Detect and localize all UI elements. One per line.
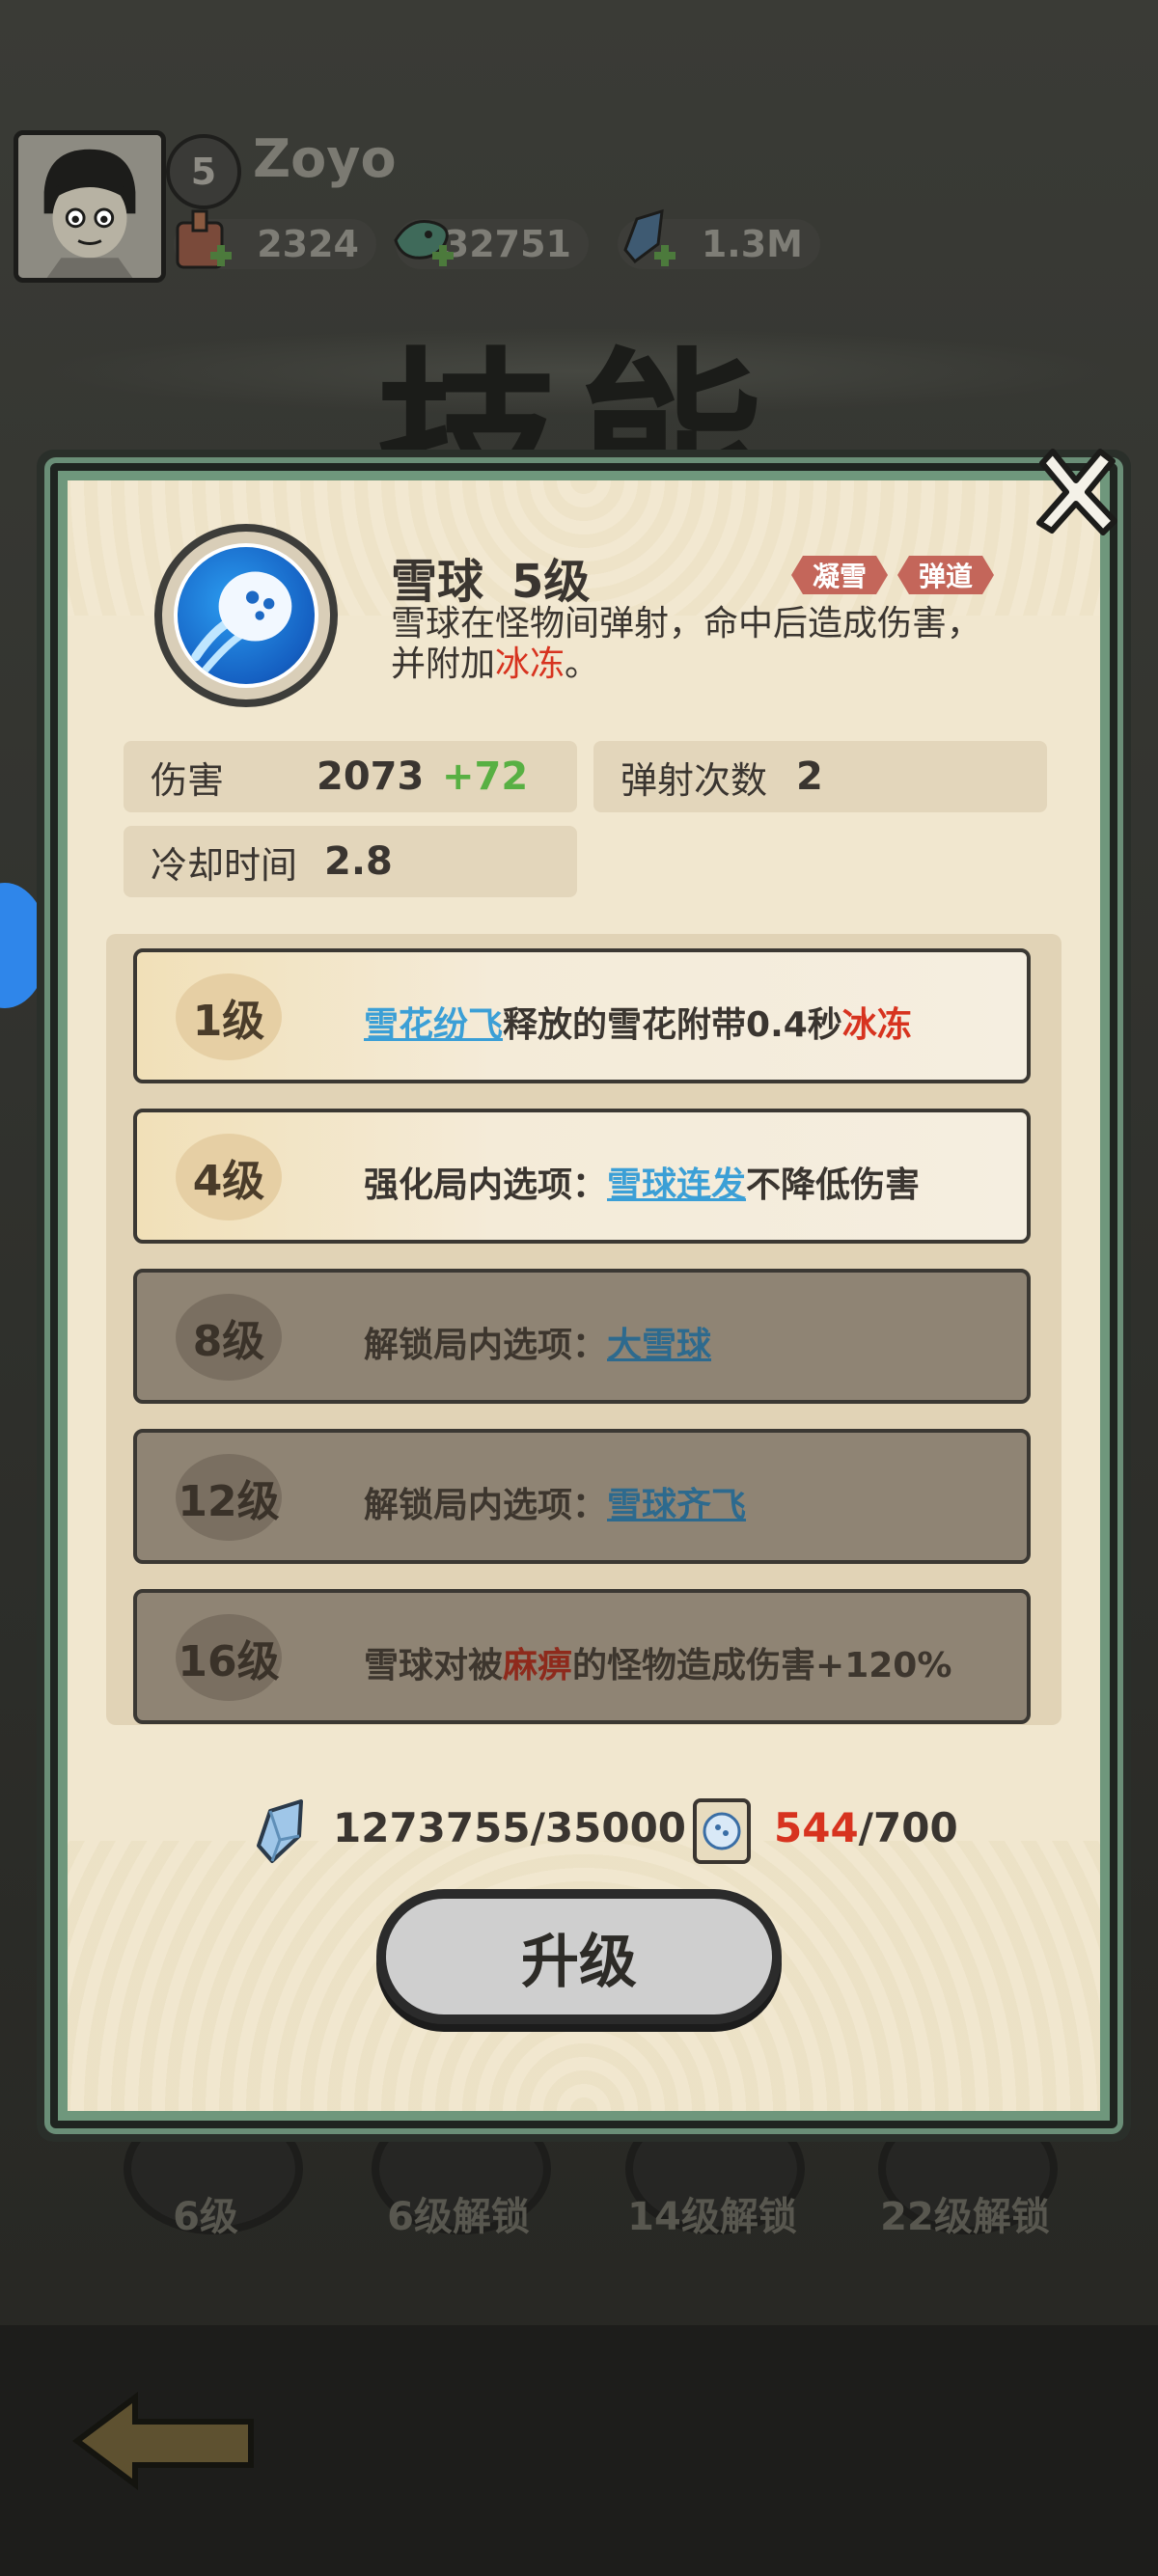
slot-label: 14级解锁 [627, 2195, 797, 2239]
stat-label: 伤害 [151, 758, 225, 802]
upgrade-desc: 释放的雪花附带0.4秒 [503, 1005, 842, 1045]
back-arrow-icon[interactable] [68, 2388, 261, 2494]
stat-cooldown: 冷却时间 2.8 [124, 826, 577, 897]
stat-label: 弹射次数 [620, 758, 768, 802]
scroll-total: /700 [858, 1804, 958, 1851]
upgrade-desc: 雪球对被 [364, 1646, 504, 1685]
upgrade-text: 雪花纷飞释放的雪花附带0.4秒冰冻 [364, 997, 912, 1047]
resource-crystal[interactable]: 1.3M [618, 208, 820, 269]
crystal-cost: 1273755/35000 [333, 1804, 687, 1851]
stat-label: 冷却时间 [151, 843, 298, 887]
upgrade-cost: 1273755/35000 544/700 [58, 1793, 1110, 1870]
player-level-badge: 5 [166, 134, 241, 209]
desc-text: 雪球在怪物间弹射，命中后造成伤害，并附加 [391, 604, 982, 684]
desc-highlight: 冰冻 [495, 644, 565, 684]
upgrade-text: 解锁局内选项：雪球齐飞 [364, 1477, 746, 1527]
skill-scroll-icon [693, 1798, 751, 1864]
stat-damage: 伤害 2073 +72 [124, 741, 577, 812]
skill-link[interactable]: 大雪球 [607, 1326, 711, 1365]
desc-text: 。 [565, 644, 600, 684]
scroll-cost: 544/700 [774, 1804, 958, 1851]
stat-value: 2 [796, 754, 823, 799]
resource-dragon[interactable]: 32751 [394, 219, 589, 269]
crystal-icon [257, 1799, 303, 1863]
crystal-count: 1.3M [701, 223, 803, 265]
slot-label: 22级解锁 [880, 2195, 1050, 2239]
skill-link[interactable]: 雪球齐飞 [607, 1486, 746, 1525]
crystal-icon [623, 208, 676, 266]
skill-slot-row: 6级 6级解锁 14级解锁 22级解锁 [0, 2103, 1158, 2277]
upgrade-level-badge: 16级 [176, 1614, 282, 1701]
upgrade-row: 4级 强化局内选项：雪球连发不降低伤害 [133, 1109, 1031, 1244]
upgrade-level-badge: 4级 [176, 1134, 282, 1220]
upgrade-text: 雪球对被麻痹的怪物造成伤害+120% [364, 1637, 951, 1687]
stat-value: 2073 [317, 754, 425, 799]
upgrade-desc: 不降低伤害 [746, 1165, 921, 1205]
skill-tag: 凝雪 [791, 556, 888, 594]
upgrade-level-badge: 1级 [176, 973, 282, 1060]
upgrade-desc: 解锁局内选项： [364, 1326, 608, 1365]
skill-level: 5级 [511, 555, 591, 609]
upgrade-desc: 的怪物造成伤害+120% [572, 1646, 952, 1685]
skill-name: 雪球 [391, 555, 484, 609]
top-bar: 5 Zoyo 2324 32751 1.3M [10, 128, 878, 283]
gift-bag-icon [176, 209, 232, 269]
upgrade-list[interactable]: 1级 雪花纷飞释放的雪花附带0.4秒冰冻 4级 强化局内选项：雪球连发不降低伤害… [106, 934, 1062, 1725]
skill-detail-modal: 雪球 5级 凝雪 弹道 雪球在怪物间弹射，命中后造成伤害，并附加冰冻。 伤害 2… [44, 457, 1123, 2134]
upgrade-text: 解锁局内选项：大雪球 [364, 1317, 711, 1367]
resource-gift[interactable]: 2324 [174, 209, 376, 269]
gift-count: 2324 [257, 223, 359, 265]
upgrade-highlight: 冰冻 [841, 1005, 912, 1045]
dragon-token-icon [394, 220, 454, 266]
upgrade-row: 1级 雪花纷飞释放的雪花附带0.4秒冰冻 [133, 948, 1031, 1083]
skill-icon-frame [154, 524, 338, 707]
upgrade-desc: 解锁局内选项： [364, 1486, 608, 1525]
upgrade-highlight: 麻痹 [503, 1646, 573, 1685]
stat-bonus: +72 [442, 754, 529, 799]
slot-label: 6级 [173, 2195, 238, 2239]
stat-value: 2.8 [324, 839, 393, 884]
avatar[interactable] [14, 130, 166, 283]
stat-bounce: 弹射次数 2 [593, 741, 1047, 812]
upgrade-row: 16级 雪球对被麻痹的怪物造成伤害+120% [133, 1589, 1031, 1724]
upgrade-row: 12级 解锁局内选项：雪球齐飞 [133, 1429, 1031, 1564]
skill-description: 雪球在怪物间弹射，命中后造成伤害，并附加冰冻。 [391, 604, 1008, 685]
slot-label: 6级解锁 [387, 2195, 530, 2239]
upgrade-text: 强化局内选项：雪球连发不降低伤害 [364, 1157, 920, 1207]
upgrade-level-badge: 12级 [176, 1454, 282, 1541]
close-icon[interactable] [1028, 444, 1124, 540]
skill-link[interactable]: 雪球连发 [607, 1165, 746, 1205]
bottom-nav [0, 2325, 1158, 2576]
upgrade-row: 8级 解锁局内选项：大雪球 [133, 1269, 1031, 1404]
username: Zoyo [253, 128, 397, 189]
upgrade-level-badge: 8级 [176, 1294, 282, 1381]
skill-tag: 弹道 [897, 556, 994, 594]
upgrade-button[interactable]: 升级 [376, 1889, 782, 2024]
snowball-icon [174, 543, 318, 688]
skill-link[interactable]: 雪花纷飞 [364, 1005, 503, 1045]
scroll-current: 544 [774, 1804, 859, 1851]
upgrade-desc: 强化局内选项： [364, 1165, 608, 1205]
